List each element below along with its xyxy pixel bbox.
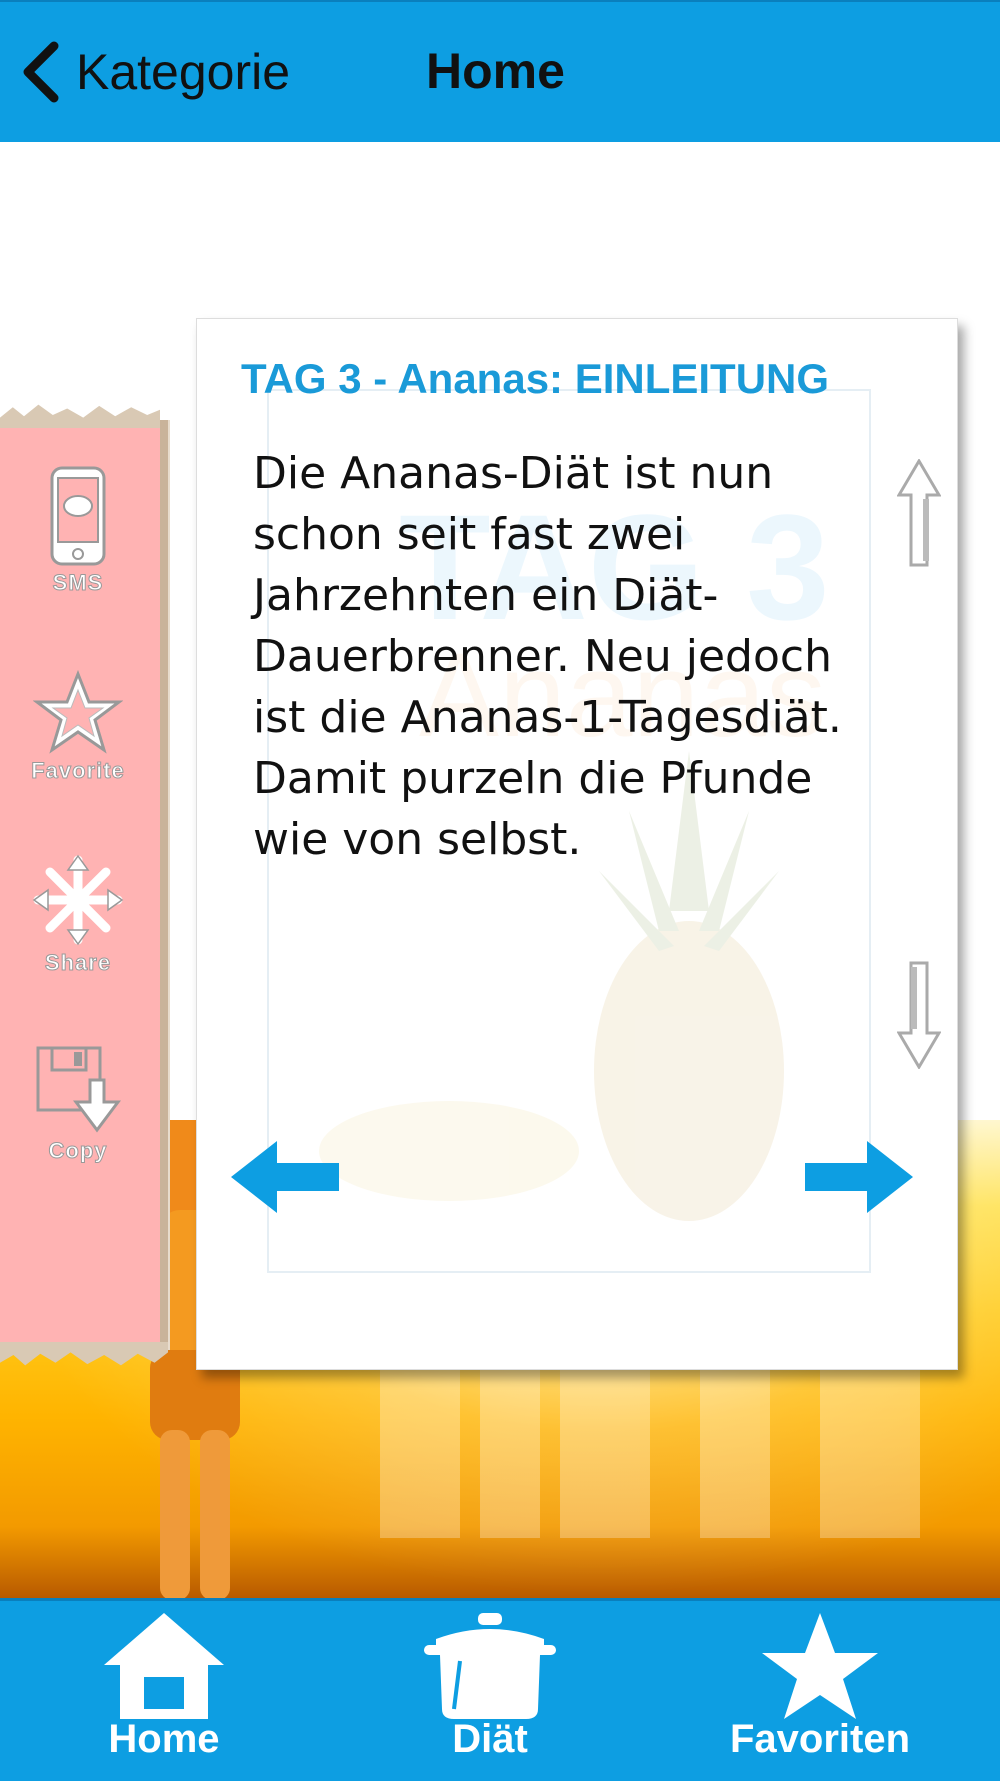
copy-floppy-icon <box>36 1046 121 1133</box>
scroll-up-button[interactable] <box>896 458 942 573</box>
arrow-right-icon <box>805 1141 913 1213</box>
sms-label: SMS <box>52 570 104 596</box>
tab-favoriten[interactable]: Favoriten <box>700 1601 940 1781</box>
side-action-panel: SMS Favorite Share Copy <box>0 404 168 1366</box>
tab-diaet-label: Diät <box>452 1717 528 1761</box>
arrow-down-icon <box>896 961 942 1070</box>
tab-home[interactable]: Home <box>44 1601 284 1781</box>
arrow-left-icon <box>231 1141 339 1213</box>
scroll-down-button[interactable] <box>896 959 942 1073</box>
copy-action-button[interactable]: Copy <box>18 1044 138 1164</box>
article-title: TAG 3 - Ananas: EINLEITUNG <box>241 355 830 402</box>
phone-sms-icon <box>50 466 106 566</box>
share-action-button[interactable]: Share <box>18 854 138 976</box>
article-body: Die Ananas-Diät ist nun schon seit fast … <box>253 448 842 865</box>
star-icon <box>33 670 123 754</box>
page-title: Home <box>426 43 565 99</box>
star-icon <box>762 1613 878 1719</box>
home-icon <box>104 1613 224 1719</box>
back-label: Kategorie <box>76 44 291 100</box>
share-snowflake-icon <box>32 854 124 946</box>
tab-home-label: Home <box>108 1717 220 1761</box>
previous-page-button[interactable] <box>229 1139 341 1219</box>
pot-icon <box>424 1613 556 1719</box>
top-nav-bar: Kategorie Home <box>0 0 1000 142</box>
tab-favoriten-label: Favoriten <box>729 1717 911 1761</box>
sms-action-button[interactable]: SMS <box>18 466 138 596</box>
share-label: Share <box>44 950 112 976</box>
copy-label: Copy <box>48 1138 108 1164</box>
back-button[interactable]: Kategorie <box>18 32 290 112</box>
next-page-button[interactable] <box>803 1139 915 1219</box>
tab-diaet[interactable]: Diät <box>370 1601 610 1781</box>
favorite-action-button[interactable]: Favorite <box>18 670 138 784</box>
arrow-up-icon <box>896 458 942 567</box>
chevron-left-icon <box>23 41 59 103</box>
bottom-tab-bar: Home Diät Favoriten <box>0 1598 1000 1781</box>
favorite-label: Favorite <box>31 758 125 784</box>
content-card: TAG 3 Ananas TAG 3 - Ananas: EINLEITUNG … <box>196 318 958 1370</box>
